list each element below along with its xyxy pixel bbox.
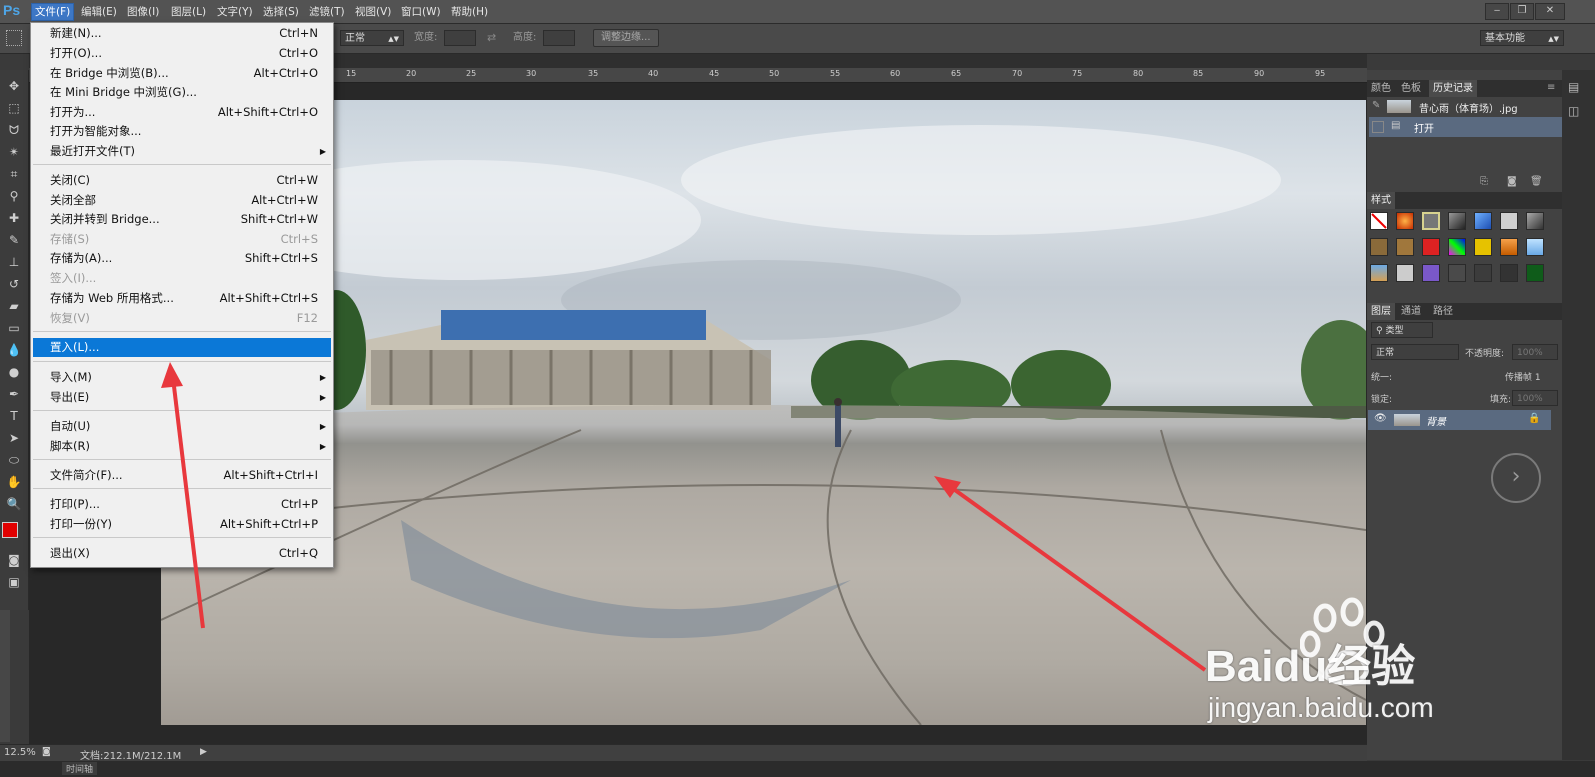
annotation-arrow xyxy=(161,362,205,629)
watermark-brand: Baidu经验 xyxy=(1205,642,1416,691)
annotation-arrow xyxy=(934,476,1207,672)
watermark-url: jingyan.baidu.com xyxy=(1208,692,1434,723)
